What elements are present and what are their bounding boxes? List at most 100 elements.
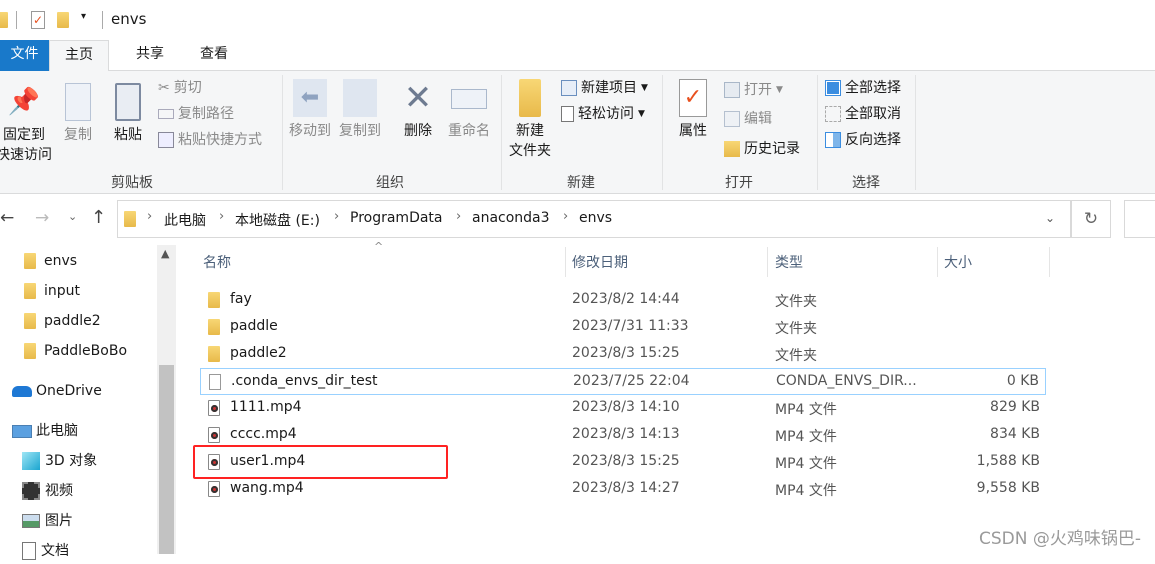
refresh-button[interactable]: ↻ xyxy=(1071,200,1111,238)
nav-label: input xyxy=(44,283,81,299)
delete-button[interactable]: ✕ 删除 xyxy=(398,79,438,141)
nav-item-videos[interactable]: 视频 xyxy=(22,478,73,504)
nav-item-documents[interactable]: 文档 xyxy=(22,538,69,564)
chevron-right-icon: › xyxy=(456,209,462,224)
history-button[interactable]: 历史记录 xyxy=(724,138,800,160)
divider[interactable] xyxy=(1049,247,1050,277)
breadcrumb-envs[interactable]: envs xyxy=(579,210,612,226)
pin-quick-access-button[interactable]: 📌 固定到 快速访问 xyxy=(0,83,52,165)
nav-item-envs[interactable]: envs xyxy=(24,248,77,274)
address-bar[interactable]: › 此电脑 › 本地磁盘 (E:) › ProgramData › anacon… xyxy=(117,200,1071,238)
properties-quick-icon[interactable]: ✓ xyxy=(31,11,45,29)
column-header-date[interactable]: 修改日期 xyxy=(572,252,628,274)
3d-objects-icon xyxy=(22,452,40,470)
nav-item-input[interactable]: input xyxy=(24,278,80,304)
breadcrumb-this-pc[interactable]: 此电脑 xyxy=(164,210,206,230)
nav-label: 视频 xyxy=(45,483,73,499)
file-name: paddle2 xyxy=(230,345,287,361)
copy-path-button[interactable]: 复制路径 xyxy=(158,103,234,125)
video-file-icon xyxy=(208,400,220,416)
back-arrow-icon[interactable]: ← xyxy=(0,208,14,228)
move-to-button[interactable]: ⬅ 移动到 xyxy=(287,79,333,141)
file-row[interactable]: paddle2 2023/8/3 15:25 文件夹 xyxy=(200,341,1046,368)
column-header-name[interactable]: 名称 xyxy=(203,252,231,274)
properties-label: 属性 xyxy=(679,123,707,139)
divider xyxy=(915,75,916,190)
nav-label: PaddleBoBo xyxy=(44,343,128,359)
nav-item-paddle2[interactable]: paddle2 xyxy=(24,308,101,334)
edit-button[interactable]: 编辑 xyxy=(724,108,772,130)
select-none-label: 全部取消 xyxy=(845,106,901,122)
file-name: fay xyxy=(230,291,252,307)
tab-home[interactable]: 主页 xyxy=(49,40,109,72)
select-all-icon xyxy=(825,80,841,96)
easy-access-label: 轻松访问 xyxy=(578,106,634,122)
paste-shortcut-button[interactable]: 粘贴快捷方式 xyxy=(158,129,262,151)
select-none-button[interactable]: 全部取消 xyxy=(825,103,901,125)
scroll-up-icon[interactable]: ▲ xyxy=(161,247,169,260)
nav-item-3d-objects[interactable]: 3D 对象 xyxy=(22,448,97,474)
select-none-icon xyxy=(825,106,841,122)
copy-path-label: 复制路径 xyxy=(178,106,234,122)
file-date: 2023/8/3 14:10 xyxy=(572,399,680,415)
open-button[interactable]: 打开 ▼ xyxy=(724,79,783,101)
recent-locations-chevron-icon[interactable]: ⌄ xyxy=(68,210,77,223)
paste-button[interactable]: 粘贴 xyxy=(108,83,148,145)
chevron-down-icon: ▼ xyxy=(776,85,783,95)
file-size: 0 KB xyxy=(1006,373,1039,389)
move-to-icon: ⬅ xyxy=(293,79,327,117)
nav-scrollbar-thumb[interactable] xyxy=(159,365,174,554)
new-item-label: 新建项目 xyxy=(581,80,637,96)
invert-selection-icon xyxy=(825,132,841,148)
easy-access-button[interactable]: 轻松访问 ▼ xyxy=(561,103,645,125)
divider xyxy=(662,75,663,190)
divider[interactable] xyxy=(937,247,938,277)
watermark: CSDN @火鸡味锅巴- xyxy=(978,529,1141,549)
tab-file[interactable]: 文件 xyxy=(0,40,49,71)
cut-button[interactable]: ✂ 剪切 xyxy=(158,77,202,99)
rename-label: 重命名 xyxy=(448,123,490,139)
group-label-organize: 组织 xyxy=(376,175,404,191)
column-header-type[interactable]: 类型 xyxy=(775,252,803,274)
up-arrow-icon[interactable]: ↑ xyxy=(91,207,106,228)
file-row[interactable]: paddle 2023/7/31 11:33 文件夹 xyxy=(200,314,1046,341)
file-row[interactable]: .conda_envs_dir_test 2023/7/25 22:04 CONDA… xyxy=(200,368,1046,395)
group-label-new: 新建 xyxy=(567,175,595,191)
divider xyxy=(501,75,502,190)
breadcrumb-anaconda3[interactable]: anaconda3 xyxy=(472,210,550,226)
nav-item-onedrive[interactable]: OneDrive xyxy=(12,378,102,404)
nav-item-paddlebobo[interactable]: PaddleBoBo xyxy=(24,338,127,364)
paste-shortcut-label: 粘贴快捷方式 xyxy=(178,132,262,148)
copy-to-button[interactable]: 复制到 xyxy=(337,79,383,141)
divider xyxy=(102,11,103,29)
file-row[interactable]: fay 2023/8/2 14:44 文件夹 xyxy=(200,287,1046,314)
customize-toolbar-dropdown-icon[interactable]: ▾ xyxy=(81,11,86,22)
new-folder-quick-icon[interactable] xyxy=(57,12,69,28)
divider[interactable] xyxy=(565,247,566,277)
file-date: 2023/8/3 14:27 xyxy=(572,480,680,496)
select-all-button[interactable]: 全部选择 xyxy=(825,77,901,99)
nav-item-pictures[interactable]: 图片 xyxy=(22,508,73,534)
new-item-button[interactable]: 新建项目 ▼ xyxy=(561,77,648,99)
window-title: envs xyxy=(111,10,147,28)
file-row[interactable]: 1111.mp4 2023/8/3 14:10 MP4 文件 829 KB xyxy=(200,395,1046,422)
nav-item-this-pc[interactable]: 此电脑 xyxy=(12,418,78,444)
breadcrumb-local-disk[interactable]: 本地磁盘 (E:) xyxy=(235,210,320,230)
invert-selection-button[interactable]: 反向选择 xyxy=(825,129,901,151)
history-icon xyxy=(724,141,740,157)
divider[interactable] xyxy=(767,247,768,277)
breadcrumb-programdata[interactable]: ProgramData xyxy=(350,210,443,226)
forward-arrow-icon[interactable]: → xyxy=(35,208,49,228)
search-input[interactable] xyxy=(1124,200,1155,238)
properties-button[interactable]: ✓ 属性 xyxy=(673,79,713,141)
new-folder-button[interactable]: 新建 文件夹 xyxy=(505,79,555,161)
column-header-size[interactable]: 大小 xyxy=(944,252,972,274)
tab-view[interactable]: 查看 xyxy=(192,40,236,71)
address-dropdown-icon[interactable]: ⌄ xyxy=(1045,211,1055,225)
tab-share[interactable]: 共享 xyxy=(128,40,172,71)
copy-button[interactable]: 复制 xyxy=(58,83,98,145)
rename-button[interactable]: 重命名 xyxy=(444,79,494,141)
ribbon-tabs: 文件 主页 共享 查看 xyxy=(0,40,1155,72)
divider xyxy=(817,75,818,190)
file-row[interactable]: wang.mp4 2023/8/3 14:27 MP4 文件 9,558 KB xyxy=(200,476,1046,503)
